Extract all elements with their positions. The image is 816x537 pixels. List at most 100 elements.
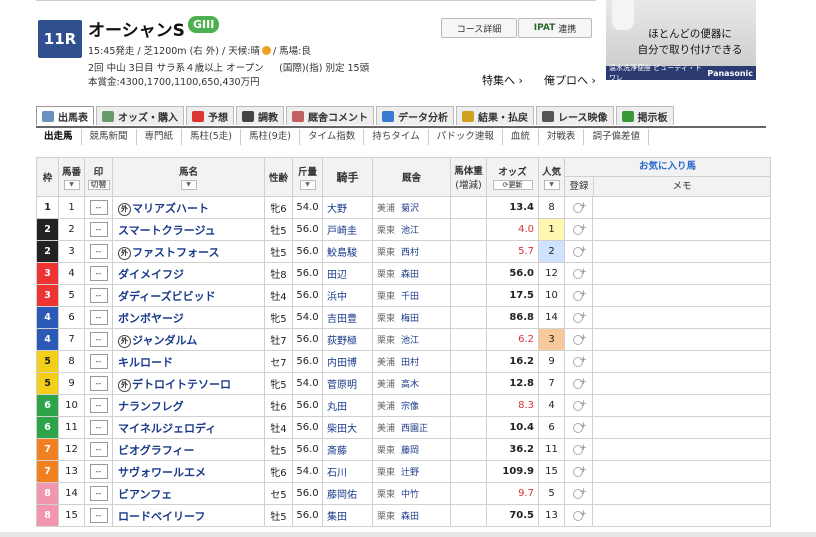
horse-name-cell[interactable]: ボンボヤージ	[112, 306, 265, 329]
horse-name-link[interactable]: ジャンダルム	[132, 334, 197, 347]
subnav-item[interactable]: 持ちタイム	[364, 129, 429, 145]
horse-name-cell[interactable]: 外ジャンダルム	[112, 328, 265, 351]
sort-icon[interactable]: ▼	[543, 180, 560, 190]
tab-7[interactable]: レース映像	[536, 106, 614, 125]
mark-select[interactable]: --	[89, 508, 108, 523]
subnav-item[interactable]: 血統	[503, 129, 539, 145]
add-favorite-icon[interactable]	[572, 508, 587, 521]
memo-cell[interactable]	[592, 218, 771, 241]
sort-icon[interactable]: ▼	[63, 180, 80, 190]
horse-name-cell[interactable]: ナランフレグ	[112, 394, 265, 417]
mark-select[interactable]: --	[89, 288, 108, 303]
horse-name-cell[interactable]: ダイメイフジ	[112, 262, 265, 285]
jockey-link[interactable]: 荻野極	[322, 328, 373, 351]
memo-cell[interactable]	[592, 460, 771, 483]
memo-cell[interactable]	[592, 416, 771, 439]
tab-0[interactable]: 出馬表	[36, 106, 94, 125]
horse-name-cell[interactable]: ビアンフェ	[112, 482, 265, 505]
add-favorite-icon[interactable]	[572, 244, 587, 257]
horse-name-link[interactable]: ビオグラフィー	[118, 444, 195, 457]
add-favorite-icon[interactable]	[572, 332, 587, 345]
mark-cell[interactable]: --	[84, 482, 113, 505]
trainer-link[interactable]: 森田	[401, 512, 419, 522]
register-cell[interactable]	[564, 284, 593, 307]
mark-cell[interactable]: --	[84, 240, 113, 263]
register-cell[interactable]	[564, 306, 593, 329]
memo-cell[interactable]	[592, 438, 771, 461]
tab-4[interactable]: 厩舎コメント	[286, 106, 374, 125]
register-cell[interactable]	[564, 328, 593, 351]
jockey-link[interactable]: 田辺	[322, 262, 373, 285]
trainer-link[interactable]: 池江	[401, 336, 419, 346]
subnav-item[interactable]: 馬柱(5走)	[182, 129, 242, 145]
register-cell[interactable]	[564, 504, 593, 527]
jockey-link[interactable]: 大野	[322, 196, 373, 219]
add-favorite-icon[interactable]	[572, 464, 587, 477]
mark-select[interactable]: --	[89, 222, 108, 237]
horse-name-cell[interactable]: マイネルジェロディ	[112, 416, 265, 439]
mark-cell[interactable]: --	[84, 218, 113, 241]
trainer-link[interactable]: 梅田	[401, 314, 419, 324]
jockey-link[interactable]: 丸田	[322, 394, 373, 417]
memo-cell[interactable]	[592, 240, 771, 263]
memo-cell[interactable]	[592, 350, 771, 373]
sort-icon[interactable]: ▼	[299, 180, 316, 190]
col-weight[interactable]: 斤量 ▼	[292, 157, 323, 197]
mark-cell[interactable]: --	[84, 306, 113, 329]
mark-select[interactable]: --	[89, 354, 108, 369]
trainer-link[interactable]: 池江	[401, 226, 419, 236]
memo-cell[interactable]	[592, 482, 771, 505]
special-feature-link[interactable]: 特集へ ›	[482, 72, 523, 88]
mark-cell[interactable]: --	[84, 460, 113, 483]
trainer-link[interactable]: 菊沢	[401, 204, 419, 214]
horse-name-cell[interactable]: サヴォワールエメ	[112, 460, 265, 483]
subnav-item[interactable]: 対戦表	[539, 129, 585, 145]
horse-name-link[interactable]: マイネルジェロディ	[118, 422, 216, 435]
mark-cell[interactable]: --	[84, 262, 113, 285]
register-cell[interactable]	[564, 482, 593, 505]
tab-8[interactable]: 掲示板	[615, 106, 674, 125]
jockey-link[interactable]: 浜中	[322, 284, 373, 307]
register-cell[interactable]	[564, 460, 593, 483]
tab-5[interactable]: データ分析	[376, 106, 454, 125]
horse-name-link[interactable]: ダディーズビビッド	[118, 290, 216, 303]
mark-cell[interactable]: --	[84, 284, 113, 307]
add-favorite-icon[interactable]	[572, 200, 587, 213]
mark-select[interactable]: --	[89, 442, 108, 457]
horse-name-link[interactable]: サヴォワールエメ	[118, 466, 206, 479]
ipat-link-button[interactable]: IPAT 連携	[518, 18, 592, 38]
mark-select[interactable]: --	[89, 266, 108, 281]
subnav-item[interactable]: 競馬新聞	[82, 129, 137, 145]
mark-cell[interactable]: --	[84, 416, 113, 439]
jockey-link[interactable]: 菅原明	[322, 372, 373, 395]
mark-cell[interactable]: --	[84, 196, 113, 219]
jockey-link[interactable]: 鮫島駿	[322, 240, 373, 263]
horse-name-link[interactable]: スマートクラージュ	[118, 224, 216, 237]
horse-name-cell[interactable]: スマートクラージュ	[112, 218, 265, 241]
memo-cell[interactable]	[592, 394, 771, 417]
add-favorite-icon[interactable]	[572, 376, 587, 389]
register-cell[interactable]	[564, 262, 593, 285]
register-cell[interactable]	[564, 196, 593, 219]
trainer-link[interactable]: 中竹	[401, 490, 419, 500]
horse-name-cell[interactable]: ロードベイリーフ	[112, 504, 265, 527]
memo-cell[interactable]	[592, 504, 771, 527]
memo-cell[interactable]	[592, 262, 771, 285]
jockey-link[interactable]: 柴田大	[322, 416, 373, 439]
col-pop[interactable]: 人気 ▼	[538, 157, 565, 197]
mark-cell[interactable]: --	[84, 328, 113, 351]
add-favorite-icon[interactable]	[572, 486, 587, 499]
trainer-link[interactable]: 西園正	[401, 424, 428, 434]
add-favorite-icon[interactable]	[572, 442, 587, 455]
horse-name-link[interactable]: ナランフレグ	[118, 400, 184, 413]
horse-name-link[interactable]: キルロード	[118, 356, 173, 369]
trainer-link[interactable]: 高木	[401, 380, 419, 390]
subnav-item[interactable]: パドック速報	[429, 129, 503, 145]
col-name[interactable]: 馬名 ▼	[112, 157, 265, 197]
memo-cell[interactable]	[592, 196, 771, 219]
mark-select[interactable]: --	[89, 200, 108, 215]
mark-select[interactable]: --	[89, 310, 108, 325]
jockey-link[interactable]: 藤岡佑	[322, 482, 373, 505]
course-detail-button[interactable]: コース詳細	[441, 18, 517, 38]
sort-icon[interactable]: ▼	[180, 180, 197, 190]
